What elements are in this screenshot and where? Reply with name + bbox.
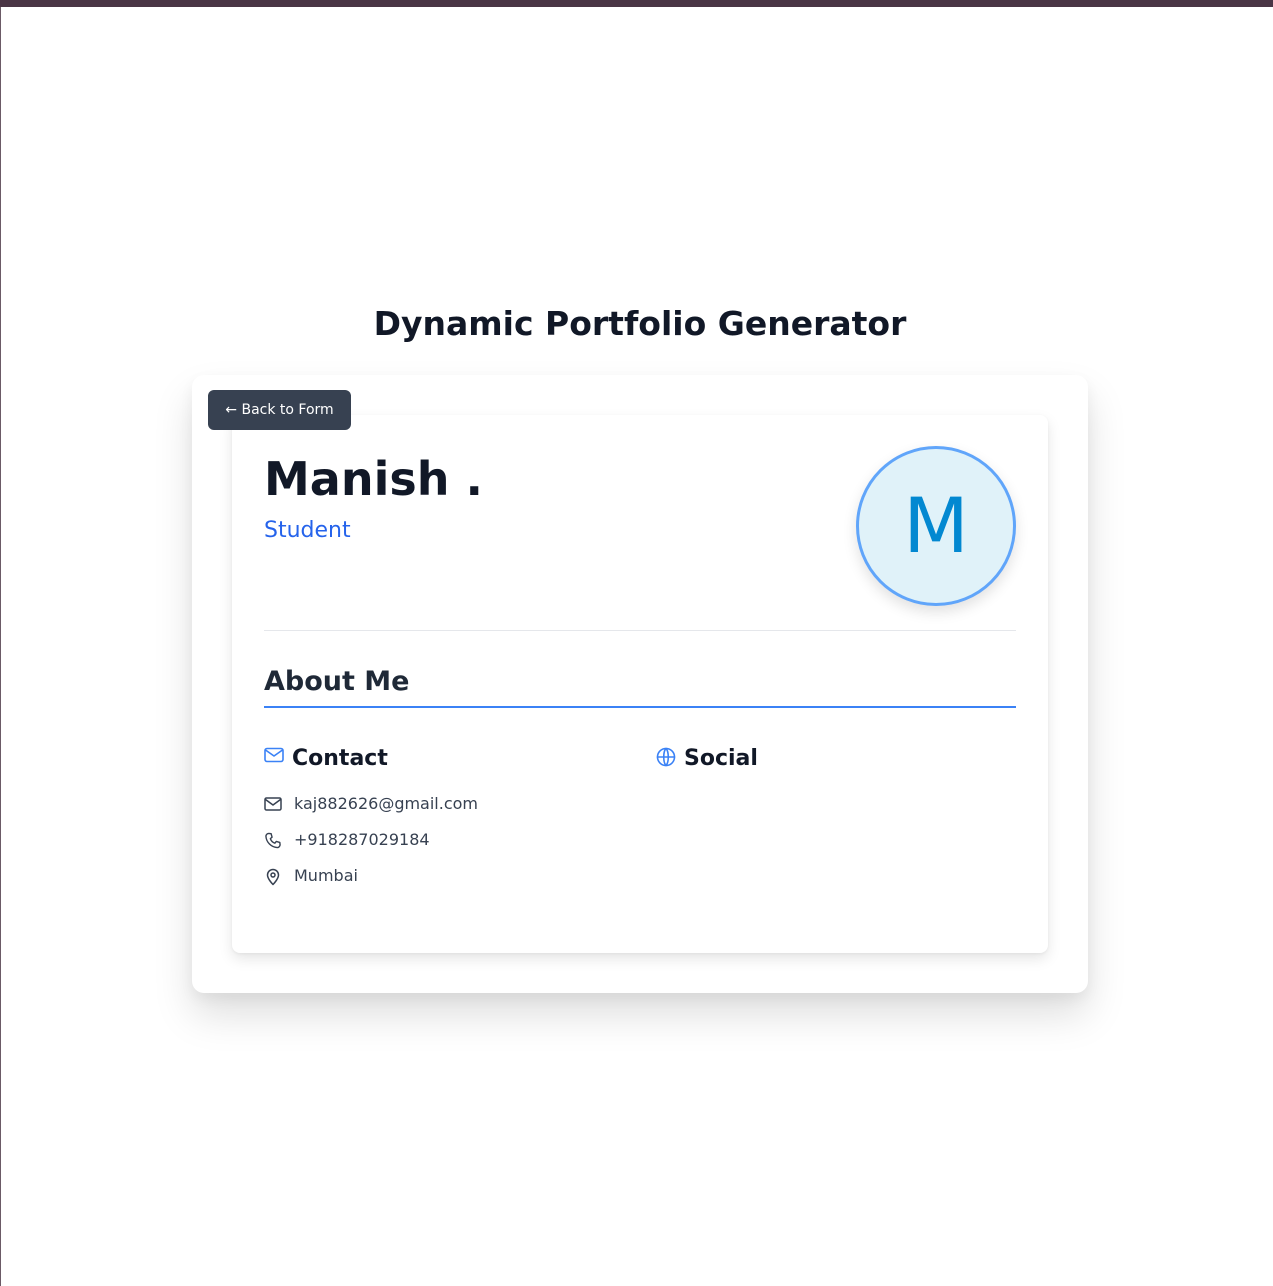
phone-icon <box>264 832 282 853</box>
map-pin-icon <box>264 868 282 890</box>
back-to-form-button[interactable]: ← Back to Form <box>208 390 351 430</box>
page-title: Dynamic Portfolio Generator <box>373 304 907 343</box>
envelope-icon <box>264 796 282 815</box>
contact-email[interactable]: kaj882626@gmail.com <box>294 792 478 816</box>
social-heading-label: Social <box>684 746 758 771</box>
portfolio-card: Manish . Student M About Me Contact Soci… <box>232 415 1048 953</box>
window-top-bar <box>0 0 1273 7</box>
mail-icon <box>264 747 284 767</box>
contact-location: Mumbai <box>294 866 358 885</box>
window-left-edge <box>0 7 1 1286</box>
globe-icon <box>656 747 676 771</box>
avatar: M <box>856 446 1016 606</box>
contact-phone[interactable]: +918287029184 <box>294 828 430 852</box>
contact-heading-label: Contact <box>292 746 388 771</box>
profile-role: Student <box>264 518 351 543</box>
about-me-underline <box>264 706 1016 708</box>
profile-name: Manish . <box>264 452 483 506</box>
header-divider <box>264 630 1016 631</box>
about-me-heading: About Me <box>264 666 410 697</box>
